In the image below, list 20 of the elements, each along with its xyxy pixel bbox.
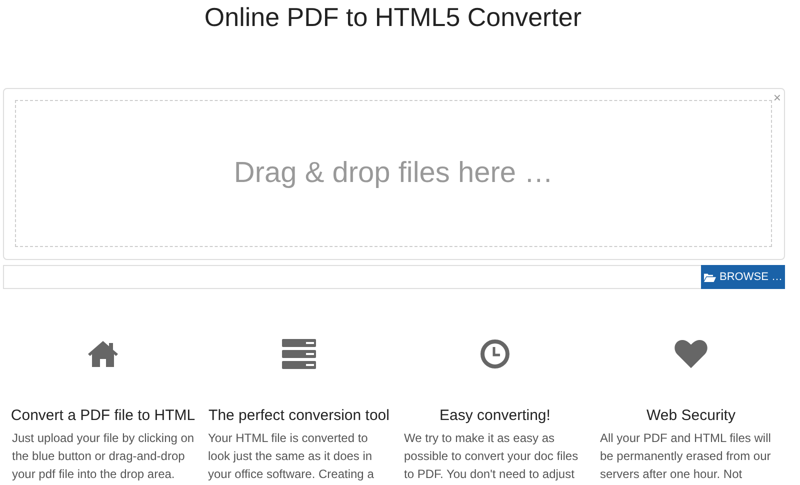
drop-area[interactable]: Drag & drop files here … [15,100,772,247]
drop-prompt: Drag & drop files here … [234,157,554,190]
drop-zone[interactable]: × Drag & drop files here … [3,88,785,260]
feature-description: Just upload your file by clicking on the blue button or drag-and-drop your pdf file into the drop area. [12,430,194,483]
feature-title: The perfect conversion tool [208,407,390,424]
house-icon [87,339,119,369]
feature-description: All your PDF and HTML files will be permanently erased from our servers after one hour. Not [600,430,772,483]
server-icon [282,339,316,369]
browse-button[interactable]: BROWSE … [701,265,785,289]
heart-icon [673,339,709,369]
clock-icon [480,339,510,369]
page-title: Online PDF to HTML5 Converter [203,2,583,32]
feature-description: We try to make it as easy as possible to convert your doc files to PDF. You don't need to adjust [404,430,580,483]
folder-icon [704,272,716,282]
feature-title: Convert a PDF file to HTML [10,407,196,424]
file-name-field[interactable] [3,265,701,289]
feature-title: Web Security [646,407,736,424]
close-button[interactable]: × [773,91,781,105]
feature-description: Your HTML file is converted to look just the same as it does in your office software. Creating a [208,430,375,483]
feature-title: Easy converting! [440,407,550,424]
